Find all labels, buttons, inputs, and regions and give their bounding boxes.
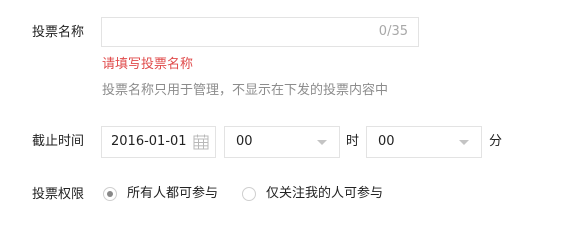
vote-name-error: 请填写投票名称 (102, 57, 194, 72)
permission-label: 投票权限 (32, 187, 85, 202)
hour-unit: 时 (346, 134, 360, 149)
minute-value: 00 (378, 134, 395, 149)
hour-value: 00 (236, 134, 253, 149)
chevron-down-icon[interactable] (317, 140, 327, 145)
vote-name-input[interactable] (110, 22, 370, 42)
vote-settings-form: 投票名称 0/35 请填写投票名称 投票名称只用于管理，不显示在下发的投票内容中… (0, 0, 574, 214)
radio-button-checked[interactable] (103, 187, 117, 201)
vote-name-hint: 投票名称只用于管理，不显示在下发的投票内容中 (102, 83, 389, 98)
radio-button[interactable] (242, 187, 256, 201)
chevron-down-icon[interactable] (459, 140, 469, 145)
date-value: 2016-01-01 (111, 134, 187, 149)
hour-select[interactable]: 00 (224, 126, 340, 158)
deadline-label: 截止时间 (32, 134, 85, 149)
vote-name-label: 投票名称 (32, 25, 85, 40)
radio-label: 仅关注我的人可参与 (266, 186, 384, 201)
calendar-icon[interactable] (193, 134, 209, 150)
char-counter: 0/35 (378, 24, 408, 39)
radio-label: 所有人都可参与 (127, 186, 219, 201)
date-picker[interactable]: 2016-01-01 (101, 126, 216, 158)
minute-select[interactable]: 00 (366, 126, 482, 158)
vote-name-field[interactable]: 0/35 (101, 17, 419, 47)
minute-unit: 分 (489, 134, 503, 149)
